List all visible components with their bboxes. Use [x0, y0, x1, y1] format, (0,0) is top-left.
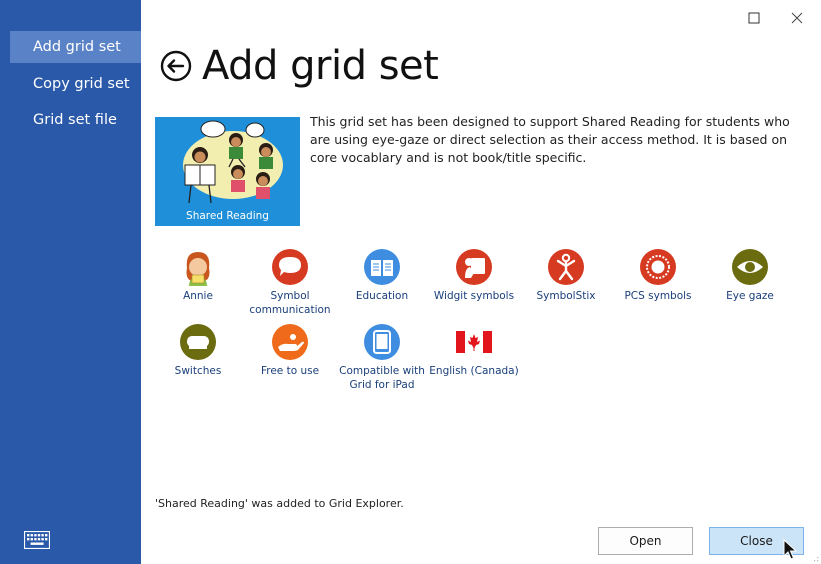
widgit-icon	[456, 249, 492, 285]
sidebar: Add grid set Copy grid set Grid set file	[0, 0, 141, 564]
badge-label: Education	[355, 290, 409, 302]
close-icon[interactable]	[782, 6, 812, 30]
badge-label: Widgit symbols	[433, 290, 515, 302]
resize-grip-icon[interactable]	[811, 554, 819, 562]
book-icon	[364, 249, 400, 285]
badge-eye-gaze: Eye gaze	[704, 248, 796, 303]
annie-avatar-icon	[186, 252, 210, 286]
page-header: Add grid set	[158, 38, 439, 94]
badge-label: Compatible with Grid for iPad	[339, 365, 425, 391]
ipad-icon	[364, 324, 400, 360]
speech-bubble-icon	[272, 249, 308, 285]
badge-pcs-symbols: PCS symbols	[612, 248, 704, 303]
eye-icon	[732, 249, 768, 285]
switch-icon	[180, 324, 216, 360]
badge-label: Eye gaze	[726, 290, 774, 302]
symbolstix-icon	[548, 249, 584, 285]
badge-education: Education	[336, 248, 428, 303]
status-message: 'Shared Reading' was added to Grid Explo…	[155, 497, 404, 510]
gridset-thumbnail: Shared Reading	[155, 117, 300, 226]
badge-label: English (Canada)	[429, 365, 519, 377]
badge-compatible-ipad: Compatible with Grid for iPad	[336, 323, 428, 392]
badge-switches: Switches	[152, 323, 244, 378]
open-button[interactable]: Open	[598, 527, 693, 555]
keyboard-icon[interactable]	[24, 531, 50, 549]
thumbnail-caption: Shared Reading	[186, 210, 269, 222]
sidebar-item-add-grid-set[interactable]: Add grid set	[10, 31, 141, 63]
badge-free-to-use: Free to use	[244, 323, 336, 378]
pcs-icon	[640, 249, 676, 285]
sidebar-item-grid-set-file[interactable]: Grid set file	[10, 104, 141, 136]
badge-label: SymbolStix	[536, 290, 596, 302]
gridset-description: This grid set has been designed to suppo…	[310, 114, 790, 165]
badge-symbolstix: SymbolStix	[520, 248, 612, 303]
sidebar-item-copy-grid-set[interactable]: Copy grid set	[10, 68, 141, 100]
badge-label: Annie	[183, 290, 213, 302]
badge-widgit-symbols: Widgit symbols	[428, 248, 520, 303]
maximize-icon[interactable]	[739, 6, 769, 30]
badge-english-canada: English (Canada)	[428, 323, 520, 378]
badge-label: PCS symbols	[624, 290, 692, 302]
badge-label: Symbol communication	[249, 290, 331, 316]
canada-flag-icon	[456, 331, 492, 353]
close-button[interactable]: Close	[709, 527, 804, 555]
badge-label: Free to use	[260, 365, 320, 377]
back-arrow-icon[interactable]	[158, 48, 194, 84]
page-title: Add grid set	[202, 43, 439, 89]
badge-annie: Annie	[152, 248, 244, 303]
badge-symbol-communication: Symbol communication	[244, 248, 336, 317]
free-hand-icon	[272, 324, 308, 360]
badge-label: Switches	[174, 365, 222, 377]
